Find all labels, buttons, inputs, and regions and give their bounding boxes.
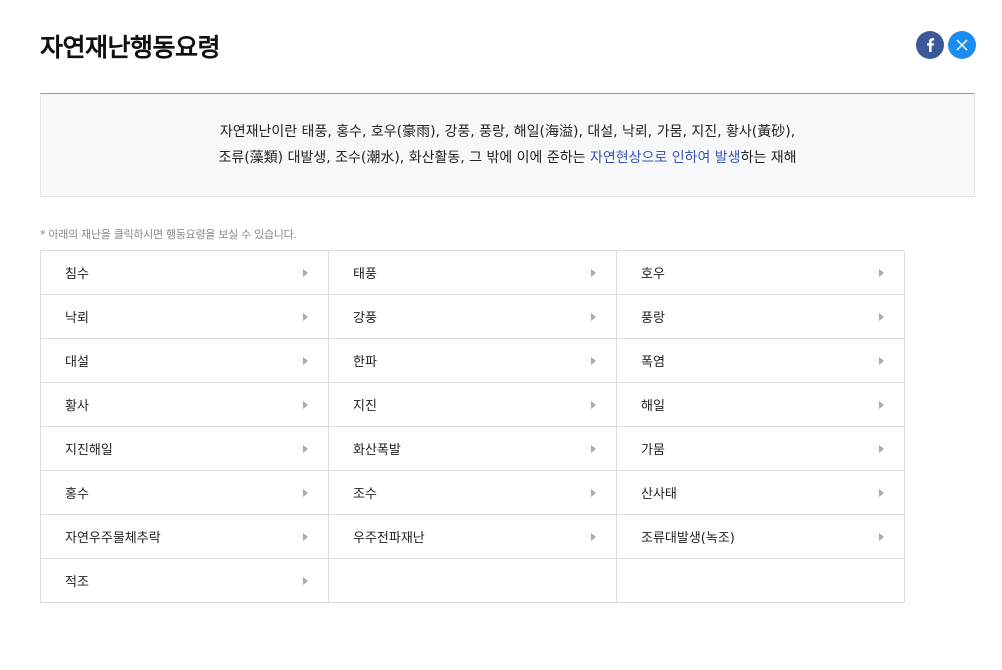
click-hint: * 아래의 재난을 클릭하시면 행동요령을 보실 수 있습니다. (40, 228, 297, 241)
page-title: 자연재난행동요령 (40, 33, 221, 62)
disaster-item-label: 낙뢰 (65, 311, 89, 326)
disaster-item[interactable]: 가뭄 (617, 427, 905, 471)
disaster-item[interactable]: 지진해일 (41, 427, 329, 471)
disaster-item[interactable]: 대설 (41, 339, 329, 383)
disaster-item-label: 황사 (65, 399, 89, 414)
disaster-item-label: 해일 (641, 399, 665, 414)
chevron-right-icon (591, 400, 596, 409)
disaster-item[interactable]: 폭염 (617, 339, 905, 383)
disaster-item[interactable]: 한파 (329, 339, 617, 383)
disaster-item-label: 지진 (353, 399, 377, 414)
disaster-item[interactable]: 낙뢰 (41, 295, 329, 339)
disaster-item[interactable]: 지진 (329, 383, 617, 427)
disaster-item[interactable]: 적조 (41, 559, 329, 603)
disaster-item[interactable]: 화산폭발 (329, 427, 617, 471)
disaster-item-label: 자연우주물체추락 (65, 531, 161, 546)
disaster-item[interactable]: 강풍 (329, 295, 617, 339)
chevron-right-icon (879, 312, 884, 321)
chevron-right-icon (303, 576, 308, 585)
disaster-item-label: 조류대발생(녹조) (641, 531, 735, 546)
disaster-item-label: 강풍 (353, 311, 377, 326)
disaster-item-label: 침수 (65, 267, 89, 282)
disaster-item[interactable]: 호우 (617, 251, 905, 295)
empty-cell (617, 559, 905, 603)
definition-line-2-suffix: 하는 재해 (740, 150, 797, 166)
chevron-right-icon (879, 268, 884, 277)
disaster-item-label: 지진해일 (65, 443, 113, 458)
disaster-item[interactable]: 침수 (41, 251, 329, 295)
disaster-item[interactable]: 조수 (329, 471, 617, 515)
disaster-item-label: 조수 (353, 487, 377, 502)
chevron-right-icon (591, 532, 596, 541)
chevron-right-icon (879, 532, 884, 541)
definition-line-1: 자연재난이란 태풍, 홍수, 호우(豪雨), 강풍, 풍랑, 해일(海溢), 대… (219, 124, 796, 140)
chevron-right-icon (303, 312, 308, 321)
disaster-item[interactable]: 자연우주물체추락 (41, 515, 329, 559)
definition-highlight: 자연현상으로 인하여 발생 (589, 150, 741, 166)
chevron-right-icon (591, 268, 596, 277)
disaster-item[interactable]: 산사태 (617, 471, 905, 515)
chevron-right-icon (879, 400, 884, 409)
definition-line-2: 조류(藻類) 대발생, 조수(潮水), 화산활동, 그 밖에 이에 준하는 자연… (218, 145, 796, 171)
chevron-right-icon (591, 488, 596, 497)
disaster-item-label: 우주전파재난 (353, 531, 425, 546)
disaster-item[interactable]: 조류대발생(녹조) (617, 515, 905, 559)
chevron-right-icon (303, 444, 308, 453)
chevron-right-icon (879, 356, 884, 365)
disaster-item[interactable]: 홍수 (41, 471, 329, 515)
chevron-right-icon (591, 312, 596, 321)
x-share-button[interactable] (948, 31, 976, 59)
chevron-right-icon (303, 400, 308, 409)
disaster-item[interactable]: 우주전파재난 (329, 515, 617, 559)
disaster-item-label: 대설 (65, 355, 89, 370)
definition-box: 자연재난이란 태풍, 홍수, 호우(豪雨), 강풍, 풍랑, 해일(海溢), 대… (40, 93, 975, 197)
disaster-item[interactable]: 해일 (617, 383, 905, 427)
chevron-right-icon (591, 444, 596, 453)
disaster-item[interactable]: 풍랑 (617, 295, 905, 339)
x-icon (956, 39, 968, 51)
disaster-item-label: 홍수 (65, 487, 89, 502)
chevron-right-icon (303, 532, 308, 541)
disaster-item-label: 적조 (65, 575, 89, 590)
chevron-right-icon (303, 356, 308, 365)
share-buttons (916, 31, 976, 59)
chevron-right-icon (879, 444, 884, 453)
disaster-item-label: 폭염 (641, 355, 665, 370)
disaster-item-label: 산사태 (641, 487, 677, 502)
disaster-item-label: 한파 (353, 355, 377, 370)
disaster-item[interactable]: 황사 (41, 383, 329, 427)
chevron-right-icon (879, 488, 884, 497)
disaster-grid: 침수 태풍 호우 낙뢰 강풍 풍랑 대설 한파 폭염 황사 지진 해일 지진해일 화산폭발 가뭄 홍수 조수 산사… (40, 250, 905, 603)
disaster-item-label: 호우 (641, 267, 665, 282)
facebook-share-button[interactable] (916, 31, 944, 59)
facebook-icon (927, 38, 935, 52)
disaster-item-label: 풍랑 (641, 311, 665, 326)
disaster-item-label: 화산폭발 (353, 443, 401, 458)
chevron-right-icon (303, 488, 308, 497)
disaster-item-label: 태풍 (353, 267, 377, 282)
disaster-item-label: 가뭄 (641, 443, 665, 458)
chevron-right-icon (303, 268, 308, 277)
empty-cell (329, 559, 617, 603)
chevron-right-icon (591, 356, 596, 365)
disaster-item[interactable]: 태풍 (329, 251, 617, 295)
definition-line-2-prefix: 조류(藻類) 대발생, 조수(潮水), 화산활동, 그 밖에 이에 준하는 (218, 150, 590, 166)
